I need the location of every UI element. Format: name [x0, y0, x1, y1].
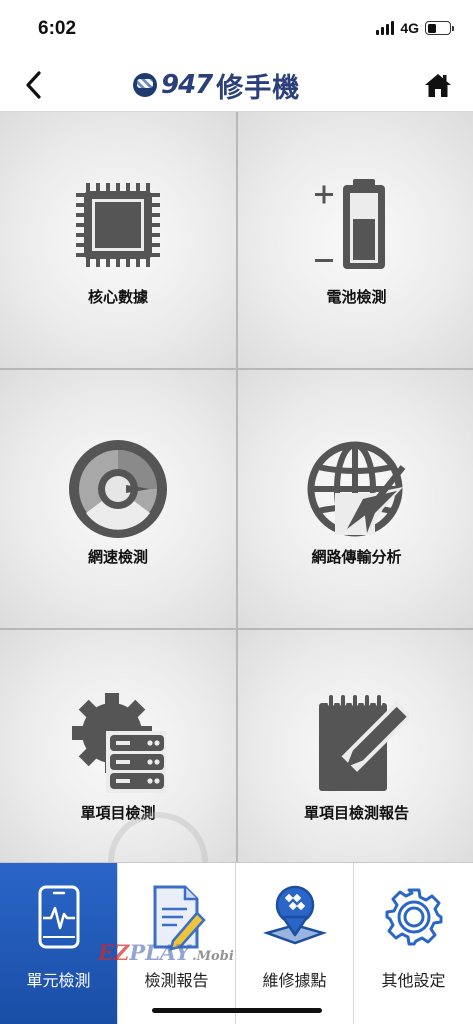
speedometer-icon	[69, 440, 167, 538]
battery-level-icon	[314, 179, 385, 269]
globe-cursor-icon	[307, 441, 405, 537]
tile-label: 網速檢測	[87, 549, 148, 566]
logo-text: 修手機	[216, 72, 301, 103]
home-icon	[425, 74, 451, 97]
tab-unit-test[interactable]: 單元檢測	[0, 863, 118, 1024]
tile-label: 核心數據	[87, 289, 148, 306]
status-bar: 6:02 4G	[0, 0, 473, 58]
tile-network-analysis[interactable]: 網路傳輸分析	[238, 370, 473, 628]
tile-single-item-test[interactable]: 單項目檢測	[0, 630, 236, 866]
document-pen-icon	[153, 885, 206, 951]
tile-label: 電池檢測	[326, 289, 387, 306]
tab-label: 檢測報告	[144, 973, 209, 990]
chevron-left-icon	[26, 71, 41, 99]
tile-core-data[interactable]: 核心數據	[0, 112, 236, 368]
tile-battery-test[interactable]: 電池檢測	[238, 112, 473, 368]
tile-label: 單項目檢測	[80, 805, 156, 822]
network-type: 4G	[400, 20, 419, 36]
feature-grid: 核心數據 電池檢測 網速檢測 網路傳輸分析 單項目檢測 單項目檢測報告	[0, 112, 473, 866]
back-button[interactable]	[18, 68, 50, 102]
tab-label: 維修據點	[262, 973, 327, 990]
gear-server-icon	[72, 693, 166, 793]
battery-icon	[425, 21, 454, 35]
cpu-chip-icon	[76, 183, 160, 267]
bottom-tab-bar: 單元檢測 檢測報告 維修據點 其他設定	[0, 862, 473, 1024]
tab-other-settings[interactable]: 其他設定	[354, 863, 473, 1024]
tile-single-item-report[interactable]: 單項目檢測報告	[238, 630, 473, 866]
tab-label: 其他設定	[381, 973, 446, 990]
tab-label: 單元檢測	[26, 973, 91, 990]
home-button[interactable]	[421, 68, 455, 102]
notepad-pencil-icon	[318, 695, 409, 791]
tile-speed-test[interactable]: 網速檢測	[0, 370, 236, 628]
tile-label: 單項目檢測報告	[303, 805, 409, 822]
status-time: 6:02	[38, 18, 77, 39]
phone-pulse-icon	[38, 885, 79, 949]
tile-label: 網路傳輸分析	[311, 549, 402, 566]
home-indicator	[152, 1008, 322, 1013]
tab-test-report[interactable]: 檢測報告	[118, 863, 236, 1024]
logo-badge-icon	[133, 73, 157, 97]
logo-number: 947	[161, 70, 213, 100]
map-pin-cube-icon	[262, 885, 327, 945]
app-logo: 947 修手機	[133, 67, 343, 103]
status-indicators: 4G	[376, 20, 454, 36]
signal-icon	[376, 21, 395, 35]
tab-repair-locations[interactable]: 維修據點	[236, 863, 354, 1024]
nav-bar: 947 修手機	[0, 58, 473, 112]
settings-gear-icon	[385, 888, 442, 946]
